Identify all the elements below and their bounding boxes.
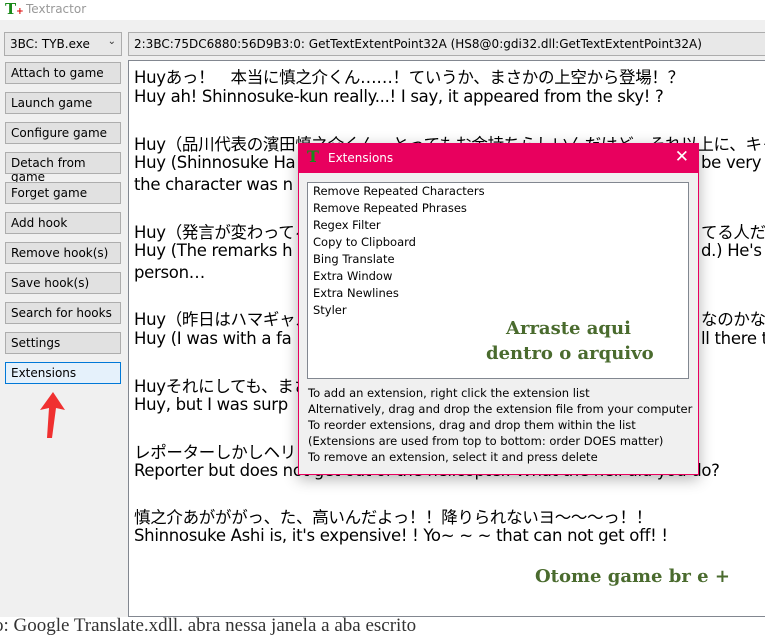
extension-instructions: To add an extension, right click the ext…	[308, 385, 692, 465]
text-line: Huy ah! Shinnosuke-kun really...! I say,…	[134, 87, 664, 106]
text-line: Huy (Shinnosuke Ha	[134, 153, 296, 172]
text-line: Huy (The remarks h	[134, 241, 293, 260]
extension-item[interactable]: Regex Filter	[308, 217, 688, 234]
extension-item[interactable]: Extra Window	[308, 268, 688, 285]
title-bar: T+ Textractor	[0, 0, 765, 20]
window-title: Textractor	[26, 2, 87, 16]
instruction-line: (Extensions are used from top to bottom:…	[308, 434, 664, 448]
text-line: なのかな	[701, 310, 765, 329]
add-hook-button[interactable]: Add hook	[5, 212, 121, 234]
text-line: d.) He's	[701, 241, 762, 260]
text-line: person…	[134, 263, 205, 282]
extension-list[interactable]: Remove Repeated Characters Remove Repeat…	[307, 182, 689, 379]
text-line: Huy, but I was surp	[134, 395, 288, 414]
text-line: Huyあっ！ 本当に慎之介くん……！ていうか、まさかの上空から登場！？	[134, 68, 684, 87]
drop-hint-line-2: dentro o arquivo	[486, 343, 654, 364]
save-hooks-button[interactable]: Save hook(s)	[5, 272, 121, 294]
extension-item[interactable]: Extra Newlines	[308, 285, 688, 302]
hook-select-value: 2:3BC:75DC6880:56D9B3:0: GetTextExtentPo…	[134, 37, 702, 51]
extension-item[interactable]: Styler	[308, 302, 688, 319]
text-line: Huy (I was with a fa	[134, 329, 292, 348]
launch-game-button[interactable]: Launch game	[5, 92, 121, 114]
text-line: ll there t	[701, 329, 765, 348]
instruction-line: To reorder extensions, drag and drop the…	[308, 418, 636, 432]
close-icon[interactable]: ✕	[675, 147, 689, 167]
text-line: てる人だよ	[701, 223, 765, 242]
extension-item[interactable]: Remove Repeated Characters	[308, 183, 688, 200]
attach-game-button[interactable]: Attach to game	[5, 62, 121, 84]
text-line: Huy（昨日はハマギャル	[134, 310, 312, 329]
chevron-down-icon: ⌄	[107, 36, 116, 47]
configure-game-button[interactable]: Configure game	[5, 122, 121, 144]
settings-button[interactable]: Settings	[5, 332, 121, 354]
text-line: Huy（発言が変わってる	[134, 223, 311, 242]
instruction-line: To remove an extension, select it and pr…	[308, 450, 598, 464]
extensions-button[interactable]: Extensions	[5, 362, 121, 384]
instruction-line: Alternatively, drag and drop the extensi…	[308, 402, 693, 416]
background-text: o: Google Translate.xdll. abra nessa jan…	[0, 617, 417, 636]
app-logo-icon: T	[307, 147, 319, 166]
instruction-line: To add an extension, right click the ext…	[308, 386, 590, 400]
process-select-value: 3BC: TYB.exe	[10, 37, 90, 51]
extension-item[interactable]: Remove Repeated Phrases	[308, 200, 688, 217]
background-page-text: o: Google Translate.xdll. abra nessa jan…	[0, 617, 765, 640]
brand-watermark: Otome game br e +	[535, 566, 730, 587]
text-line: be very	[701, 153, 762, 172]
text-line: the character was n	[134, 175, 293, 194]
app-logo-icon: T+	[5, 0, 24, 18]
extension-item[interactable]: Copy to Clipboard	[308, 234, 688, 251]
remove-hooks-button[interactable]: Remove hook(s)	[5, 242, 121, 264]
extension-item[interactable]: Bing Translate	[308, 251, 688, 268]
text-line: 慎之介あがががっ、た、高いんだよっ！！降りられないヨ〜〜〜っ！！	[134, 508, 652, 527]
detach-game-button[interactable]: Detach from game	[5, 152, 121, 184]
dialog-title-bar[interactable]: T Extensions ✕	[299, 144, 698, 173]
text-line: Shinnosuke Ashi is, it's expensive! ! Yo…	[134, 526, 668, 545]
red-arrow-annotation-icon	[40, 392, 65, 438]
search-hooks-button[interactable]: Search for hooks	[5, 302, 121, 324]
hook-select[interactable]: 2:3BC:75DC6880:56D9B3:0: GetTextExtentPo…	[128, 32, 765, 56]
dialog-title: Extensions	[328, 151, 394, 165]
process-select[interactable]: 3BC: TYB.exe ⌄	[4, 32, 122, 56]
forget-game-button[interactable]: Forget game	[5, 182, 121, 204]
drop-hint-line-1: Arraste aqui	[506, 318, 631, 339]
extensions-dialog: T Extensions ✕ Remove Repeated Character…	[298, 143, 699, 475]
